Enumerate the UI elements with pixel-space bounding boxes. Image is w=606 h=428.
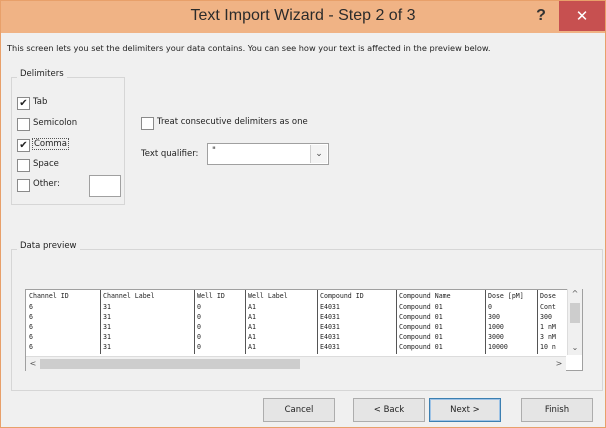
column-separator[interactable] <box>537 290 538 354</box>
column-separator[interactable] <box>485 290 486 354</box>
preview-cell: 6 <box>29 343 33 351</box>
comma-checkbox[interactable]: ✔ <box>17 139 30 152</box>
chevron-down-icon[interactable]: ⌄ <box>310 145 327 163</box>
column-separator[interactable] <box>100 290 101 354</box>
preview-header-cell: Dose <box>540 292 556 300</box>
semicolon-checkbox-label[interactable]: Semicolon <box>33 118 77 128</box>
other-delimiter-input[interactable] <box>89 175 121 197</box>
next-button[interactable]: Next > <box>429 398 501 422</box>
preview-cell: 3 nM <box>540 333 556 341</box>
preview-cell: A1 <box>248 343 256 351</box>
preview-header-cell: Well Label <box>248 292 288 300</box>
preview-row: 6 31 0 A1 E4031 Compound 01 1000 1 nM <box>26 323 582 331</box>
preview-header-cell: Compound ID <box>320 292 364 300</box>
text-qualifier-value: " <box>212 146 216 156</box>
preview-cell: 31 <box>103 333 111 341</box>
preview-cell: 6 <box>29 323 33 331</box>
consecutive-delimiters-checkbox[interactable] <box>141 117 154 130</box>
tab-checkbox-label[interactable]: Tab <box>33 97 47 107</box>
column-separator[interactable] <box>396 290 397 354</box>
preview-cell: 6 <box>29 303 33 311</box>
horizontal-scrollbar[interactable]: < > <box>26 356 566 371</box>
tab-checkbox[interactable]: ✔ <box>17 97 30 110</box>
preview-cell: 0 <box>197 303 201 311</box>
vertical-scrollbar[interactable]: ^ ⌄ <box>567 289 582 355</box>
preview-cell: E4031 <box>320 323 340 331</box>
space-checkbox-label[interactable]: Space <box>33 159 59 169</box>
preview-row: 6 31 0 A1 E4031 Compound 01 3000 3 nM <box>26 333 582 341</box>
data-preview-label: Data preview <box>17 241 80 251</box>
scroll-up-icon[interactable]: ^ <box>568 289 582 298</box>
preview-cell: 0 <box>488 303 492 311</box>
other-checkbox-label[interactable]: Other: <box>33 179 60 189</box>
scroll-down-icon[interactable]: ⌄ <box>568 343 582 352</box>
preview-cell: 1 nM <box>540 323 556 331</box>
preview-header-cell: Dose [pM] <box>488 292 524 300</box>
preview-cell: 10000 <box>488 343 508 351</box>
preview-row: 6 31 0 A1 E4031 Compound 01 0 Cont <box>26 303 582 311</box>
help-button[interactable]: ? <box>528 3 554 29</box>
back-button[interactable]: < Back <box>353 398 425 422</box>
preview-cell: Compound 01 <box>399 323 443 331</box>
preview-cell: 31 <box>103 323 111 331</box>
preview-cell: A1 <box>248 333 256 341</box>
vertical-scroll-thumb[interactable] <box>570 303 580 323</box>
consecutive-delimiters-label[interactable]: Treat consecutive delimiters as one <box>157 117 308 127</box>
preview-cell: E4031 <box>320 313 340 321</box>
text-qualifier-label: Text qualifier: <box>141 149 199 159</box>
preview-cell: 6 <box>29 313 33 321</box>
preview-cell: Compound 01 <box>399 303 443 311</box>
column-separator[interactable] <box>245 290 246 354</box>
preview-cell: 0 <box>197 333 201 341</box>
preview-cell: 6 <box>29 333 33 341</box>
text-qualifier-select[interactable]: " ⌄ <box>207 143 329 165</box>
window-title: Text Import Wizard - Step 2 of 3 <box>190 7 416 24</box>
preview-cell: Compound 01 <box>399 313 443 321</box>
preview-header-cell: Channel ID <box>29 292 69 300</box>
preview-cell: Compound 01 <box>399 333 443 341</box>
preview-cell: A1 <box>248 323 256 331</box>
preview-cell: 3000 <box>488 333 504 341</box>
column-separator[interactable] <box>317 290 318 354</box>
other-checkbox[interactable] <box>17 179 30 192</box>
preview-cell: Compound 01 <box>399 343 443 351</box>
preview-header-row: Channel ID Channel Label Well ID Well La… <box>26 292 582 300</box>
finish-button[interactable]: Finish <box>521 398 593 422</box>
title-bar: Text Import Wizard - Step 2 of 3 ? ✕ <box>1 1 605 33</box>
horizontal-scroll-thumb[interactable] <box>40 359 300 369</box>
preview-header-cell: Well ID <box>197 292 225 300</box>
close-button[interactable]: ✕ <box>559 1 605 31</box>
scroll-right-icon[interactable]: > <box>552 359 566 368</box>
preview-cell: E4031 <box>320 333 340 341</box>
preview-row: 6 31 0 A1 E4031 Compound 01 300 300 <box>26 313 582 321</box>
preview-cell: 10 n <box>540 343 556 351</box>
cancel-button[interactable]: Cancel <box>263 398 335 422</box>
preview-cell: 300 <box>540 313 552 321</box>
comma-checkbox-label[interactable]: Comma <box>32 138 69 150</box>
preview-cell: 0 <box>197 343 201 351</box>
preview-row: 6 31 0 A1 E4031 Compound 01 10000 10 n <box>26 343 582 351</box>
preview-cell: 0 <box>197 323 201 331</box>
scroll-left-icon[interactable]: < <box>26 359 40 368</box>
preview-header-cell: Channel Label <box>103 292 155 300</box>
preview-cell: 0 <box>197 313 201 321</box>
semicolon-checkbox[interactable] <box>17 118 30 131</box>
space-checkbox[interactable] <box>17 159 30 172</box>
preview-cell: 31 <box>103 313 111 321</box>
preview-cell: 31 <box>103 343 111 351</box>
preview-cell: E4031 <box>320 343 340 351</box>
preview-cell: 300 <box>488 313 500 321</box>
delimiters-group-label: Delimiters <box>17 69 67 79</box>
preview-cell: 1000 <box>488 323 504 331</box>
text-import-wizard-dialog: Text Import Wizard - Step 2 of 3 ? ✕ Thi… <box>0 0 606 428</box>
preview-header-cell: Compound Name <box>399 292 451 300</box>
column-separator[interactable] <box>194 290 195 354</box>
preview-cell: E4031 <box>320 303 340 311</box>
intro-text: This screen lets you set the delimiters … <box>7 43 491 53</box>
preview-cell: A1 <box>248 303 256 311</box>
preview-cell: Cont <box>540 303 556 311</box>
preview-cell: A1 <box>248 313 256 321</box>
preview-cell: 31 <box>103 303 111 311</box>
